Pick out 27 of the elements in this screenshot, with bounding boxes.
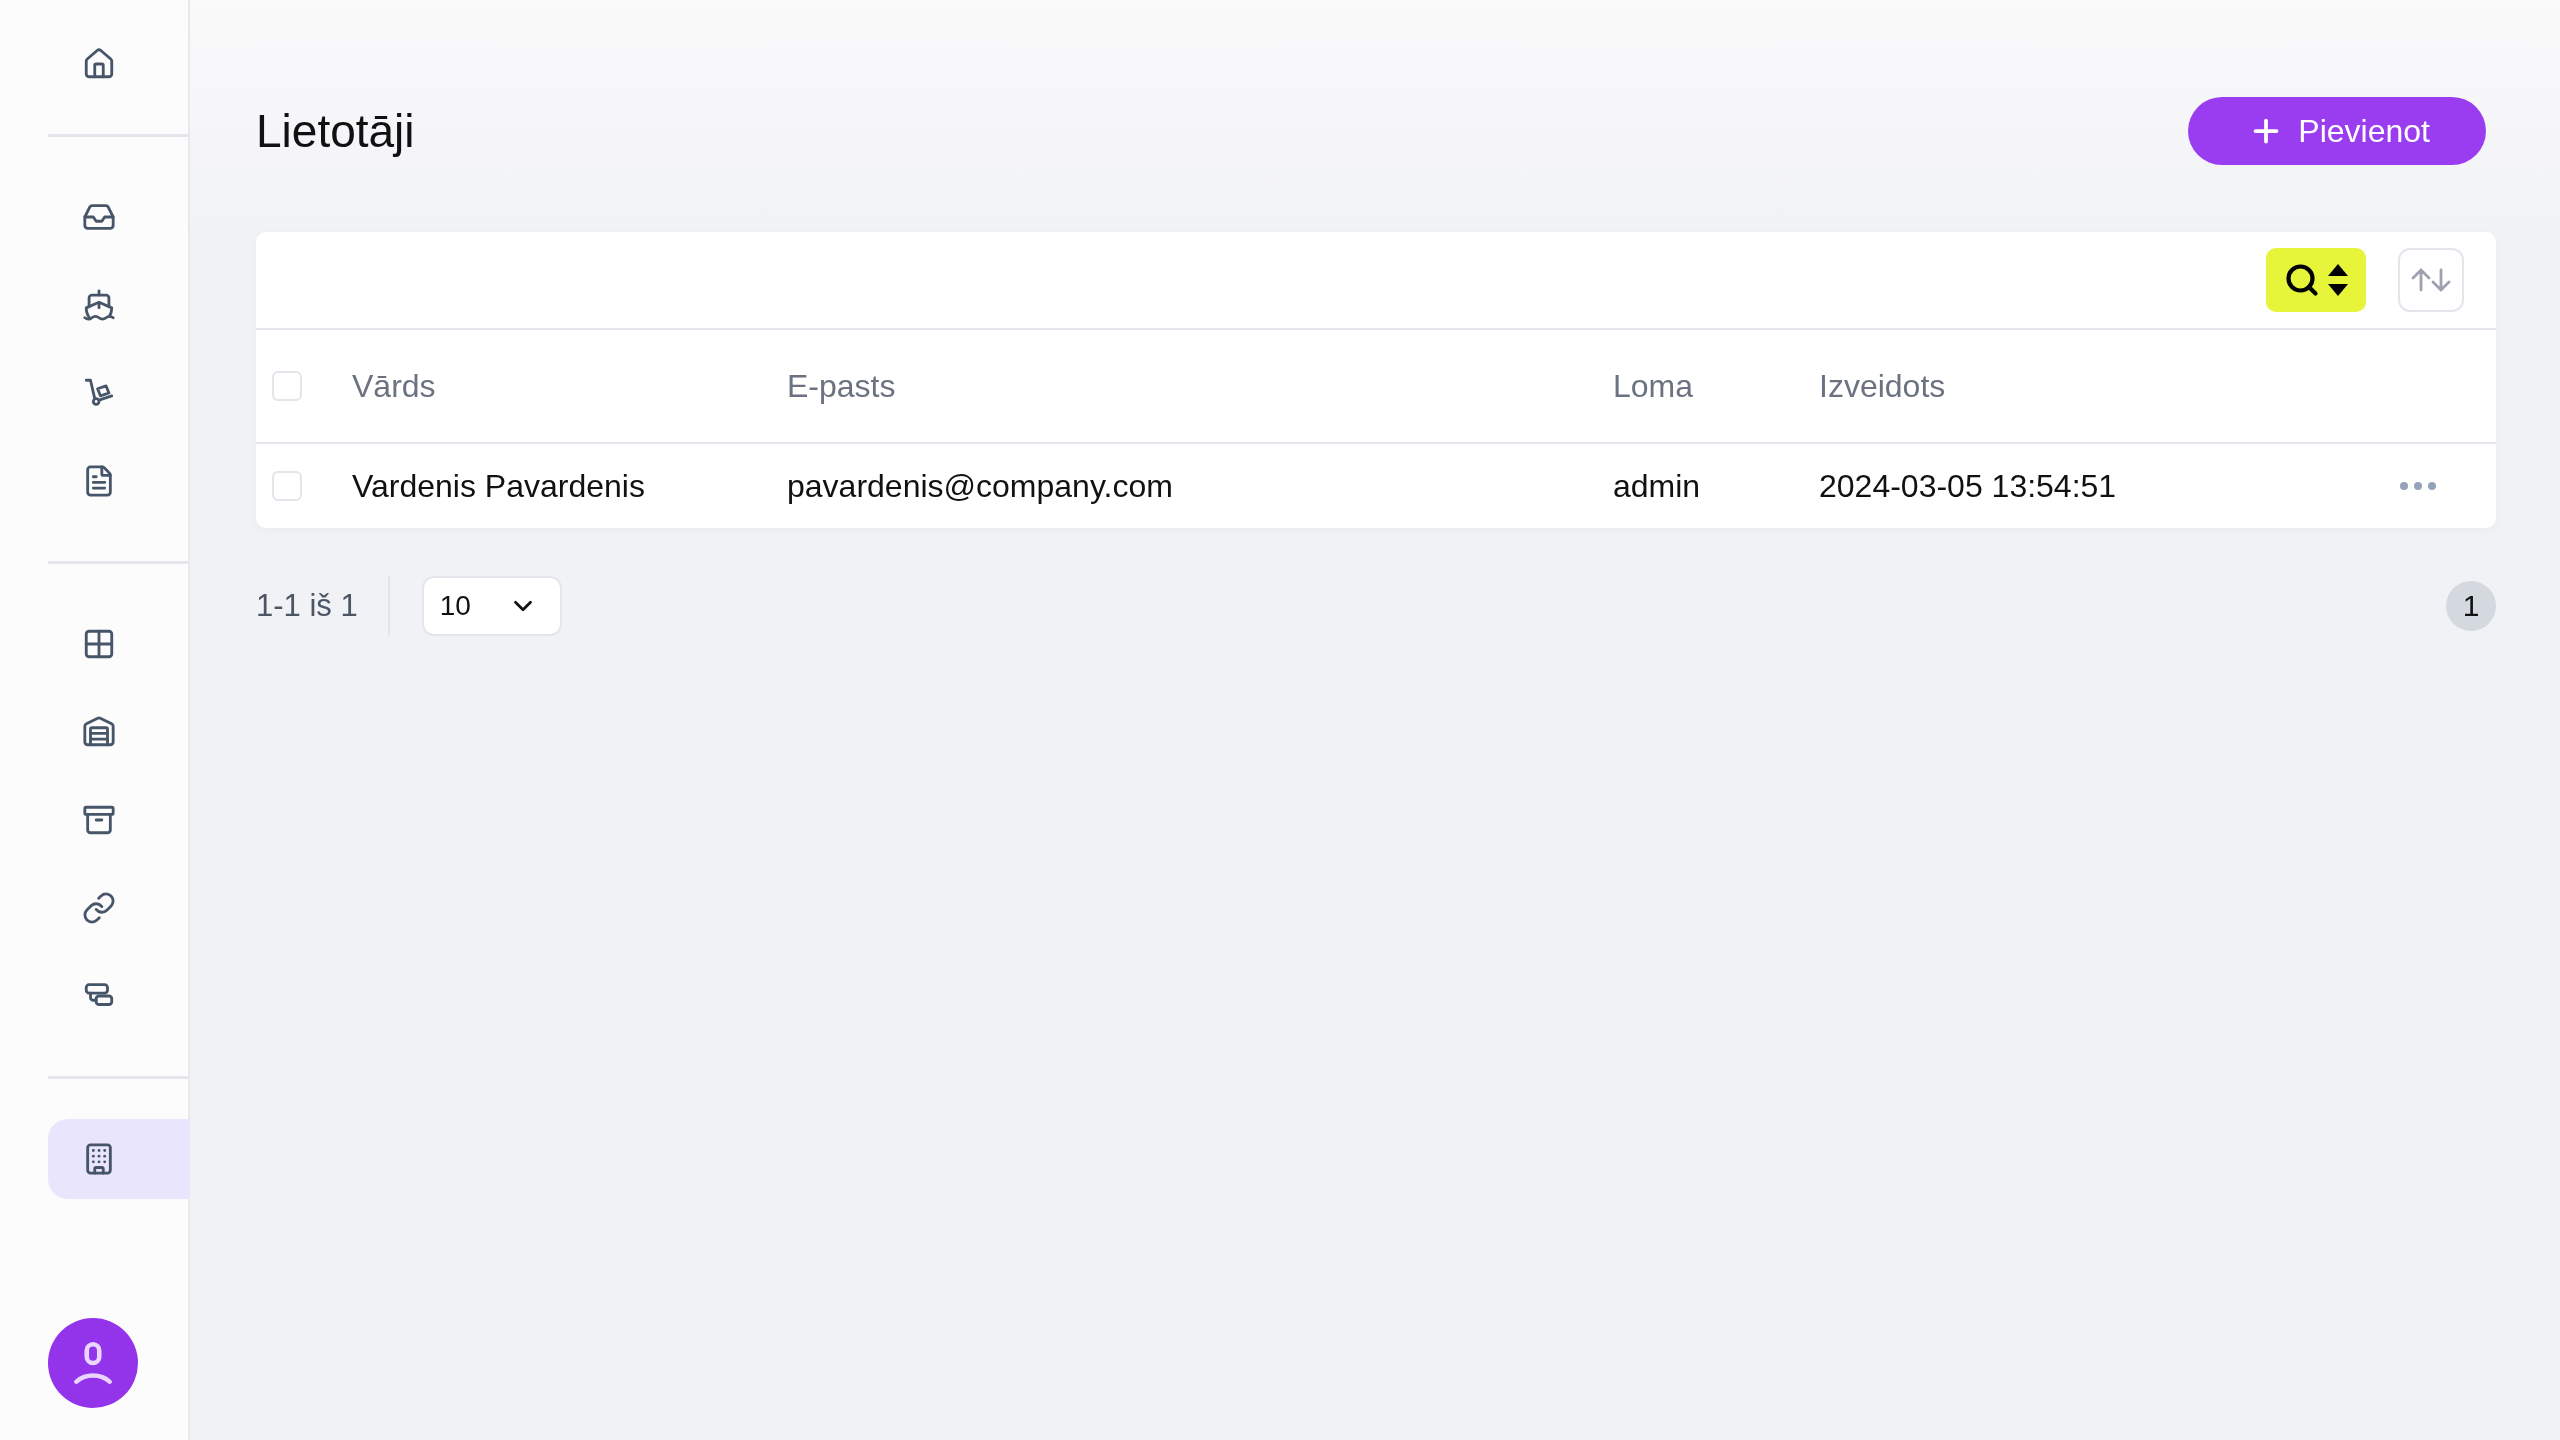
add-button[interactable]: Pievienot [2188,97,2486,165]
sort-icon [2328,264,2348,296]
warehouse-icon [82,715,116,749]
archive-icon [82,803,116,837]
more-icon [2400,482,2436,490]
page-size-select[interactable]: 10 [421,576,562,636]
page-button[interactable]: 1 [2446,581,2496,631]
row-checkbox[interactable] [272,471,302,501]
table-cell-text: Vardenis Pavardenis [352,467,646,505]
search-button[interactable] [2266,248,2366,312]
table-cell-text: admin [1613,467,1702,505]
column-header[interactable]: Vārds [352,367,787,405]
ship-icon [82,288,116,322]
grid-icon [82,627,116,661]
page-range: 1-1 iš 1 [256,576,390,636]
home-icon [82,47,116,81]
table-cell-text: 2024-03-05 13:54:51 [1819,467,2118,505]
column-header[interactable]: E-pasts [787,367,1613,405]
column-header[interactable]: Loma [1613,367,1819,405]
link-icon [82,891,116,925]
table-cell-text: pavardenis@company.com [787,467,1174,505]
select-all-checkbox[interactable] [272,371,302,401]
sidebar-item[interactable] [48,1119,190,1199]
search-icon [2284,262,2320,298]
page-title: Lietotāji [256,104,415,158]
up-down-arrows-icon [2411,268,2451,292]
column-header[interactable]: Izveidots [1819,367,2400,405]
